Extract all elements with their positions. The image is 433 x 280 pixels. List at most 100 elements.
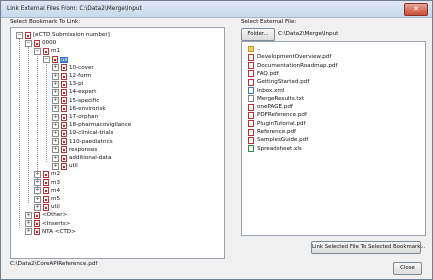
- file-list-item[interactable]: Reference.pdf: [248, 128, 296, 136]
- close-button[interactable]: Close: [393, 262, 422, 275]
- expand-icon[interactable]: +: [52, 154, 59, 162]
- expand-icon[interactable]: +: [52, 138, 59, 146]
- tree-node-label: additional-data: [69, 155, 112, 161]
- expand-icon[interactable]: +: [52, 97, 59, 105]
- link-file-button[interactable]: Link Selected File To Selected Bookmark.…: [311, 241, 426, 254]
- expand-icon[interactable]: +: [52, 105, 59, 113]
- file-list-item[interactable]: SamplesGuide.pdf: [248, 136, 308, 144]
- tree-node-label: 14-expert: [69, 89, 97, 96]
- tree-node[interactable]: − 0000: [25, 39, 56, 47]
- tree-node-label: 17-orphan: [69, 114, 99, 120]
- bookmark-tree[interactable]: − [eCTD Submission number] −0000− m1− us +10-…: [10, 27, 225, 259]
- expand-icon[interactable]: +: [52, 72, 59, 80]
- expand-icon[interactable]: +: [52, 129, 59, 137]
- tree-node[interactable]: +12-form: [52, 72, 91, 80]
- bookmark-icon: [61, 88, 67, 96]
- tree-connector-line: [19, 39, 20, 228]
- collapse-icon[interactable]: −: [43, 56, 50, 64]
- tree-node[interactable]: +10-cover: [52, 64, 94, 72]
- tree-node-label: m4: [51, 187, 61, 194]
- tree-node[interactable]: +14-expert: [52, 88, 96, 96]
- collapse-icon[interactable]: −: [25, 39, 32, 47]
- tree-node[interactable]: + <Inserts>: [25, 220, 70, 228]
- collapse-icon[interactable]: −: [16, 31, 23, 39]
- expand-icon[interactable]: +: [25, 228, 32, 236]
- expand-icon[interactable]: +: [52, 80, 59, 88]
- tree-node[interactable]: − [eCTD Submission number]: [16, 31, 110, 39]
- tree-node[interactable]: +17-orphan: [52, 113, 98, 121]
- bookmark-icon: [34, 39, 40, 47]
- expand-icon[interactable]: +: [34, 179, 41, 187]
- tree-node[interactable]: +16-envirorisk: [52, 105, 106, 113]
- expand-icon[interactable]: +: [34, 187, 41, 195]
- file-list-item[interactable]: DocumentationRoadmap.pdf: [248, 62, 337, 70]
- tree-node[interactable]: + <Other>: [25, 211, 67, 219]
- expand-icon[interactable]: +: [52, 121, 59, 129]
- file-name: Reference.pdf: [257, 129, 297, 135]
- window-close-button[interactable]: ✕: [404, 3, 428, 16]
- file-list-item[interactable]: onePAGE.pdf: [248, 103, 293, 111]
- pdf-file-icon: [248, 103, 254, 111]
- file-list-item[interactable]: ..: [248, 45, 261, 53]
- expand-icon[interactable]: +: [52, 162, 59, 170]
- expand-icon[interactable]: +: [52, 64, 59, 72]
- tree-node-label: m5: [51, 196, 61, 202]
- expand-icon[interactable]: +: [52, 88, 59, 96]
- tree-node[interactable]: + responses: [52, 146, 97, 154]
- tree-node[interactable]: + m5: [34, 195, 60, 203]
- tree-node[interactable]: + additional-data: [52, 154, 111, 162]
- bookmark-icon: [61, 80, 67, 88]
- title-bar[interactable]: Link External Files From: C:\Data2\Merge…: [1, 1, 432, 18]
- tree-node[interactable]: − m1: [34, 47, 60, 55]
- folder-button[interactable]: Folder...: [241, 28, 275, 41]
- bookmark-icon: [43, 170, 49, 178]
- file-list-item[interactable]: MergeResults.txt: [248, 95, 304, 103]
- expand-icon[interactable]: +: [34, 203, 41, 211]
- expand-icon[interactable]: +: [34, 170, 41, 178]
- tree-node[interactable]: +15-specific: [52, 97, 99, 105]
- expand-icon[interactable]: +: [52, 113, 59, 121]
- pdf-file-icon: [248, 70, 254, 78]
- tree-node-label: 10-cover: [69, 64, 94, 71]
- bookmark-icon: [25, 31, 31, 39]
- file-list-item[interactable]: PluginTutorial.pdf: [248, 120, 306, 128]
- tree-node-label: <Other>: [42, 212, 68, 219]
- tree-node[interactable]: +13-pi: [52, 80, 83, 88]
- tree-node-label: 16-envirorisk: [69, 105, 106, 112]
- tree-connector-line: [28, 47, 29, 204]
- tree-node[interactable]: + NTA <CTD>: [25, 228, 76, 236]
- tree-node[interactable]: +18-pharmacovigilance: [52, 121, 131, 129]
- file-name: Spreadsheet.xls: [257, 145, 302, 152]
- tree-node-label: util: [51, 204, 60, 211]
- external-file-list[interactable]: .. DevelopmentOverview.pdf DocumentationRo…: [241, 41, 426, 236]
- file-name: MergeResults.txt: [257, 95, 305, 102]
- tree-node[interactable]: + util: [34, 203, 60, 211]
- expand-icon[interactable]: +: [25, 211, 32, 219]
- bookmark-icon: [61, 105, 67, 113]
- bookmark-icon: [43, 187, 49, 195]
- expand-icon[interactable]: +: [34, 195, 41, 203]
- tree-node[interactable]: +19-clinical-trials: [52, 129, 113, 137]
- expand-icon[interactable]: +: [25, 220, 32, 228]
- file-list-item[interactable]: GettingStarted.pdf: [248, 78, 309, 86]
- tree-node[interactable]: + m3: [34, 179, 60, 187]
- expand-icon[interactable]: +: [52, 146, 59, 154]
- tree-node-label: 15-specific: [69, 97, 100, 104]
- file-list-item[interactable]: Inbox.xml: [248, 87, 284, 95]
- tree-node[interactable]: + m2: [34, 170, 60, 178]
- file-name: GettingStarted.pdf: [257, 79, 310, 86]
- collapse-icon[interactable]: −: [34, 47, 41, 55]
- tree-node[interactable]: + util: [52, 162, 78, 170]
- tree-node-label: m3: [51, 179, 61, 186]
- file-list-item[interactable]: FAQ.pdf: [248, 70, 279, 78]
- folder-path: C:\Data2\Merge\Input: [278, 31, 339, 37]
- pdf-file-icon: [248, 128, 254, 136]
- file-list-item[interactable]: DevelopmentOverview.pdf: [248, 53, 331, 61]
- file-list-item[interactable]: Spreadsheet.xls: [248, 145, 302, 153]
- window-title: Link External Files From: C:\Data2\Merge…: [7, 6, 142, 12]
- file-list-item[interactable]: PDFReference.pdf: [248, 111, 307, 119]
- tree-node[interactable]: − us: [43, 56, 69, 64]
- pdf-file-icon: [248, 111, 254, 119]
- tree-node[interactable]: +110-paediatrics: [52, 138, 113, 146]
- tree-node[interactable]: + m4: [34, 187, 60, 195]
